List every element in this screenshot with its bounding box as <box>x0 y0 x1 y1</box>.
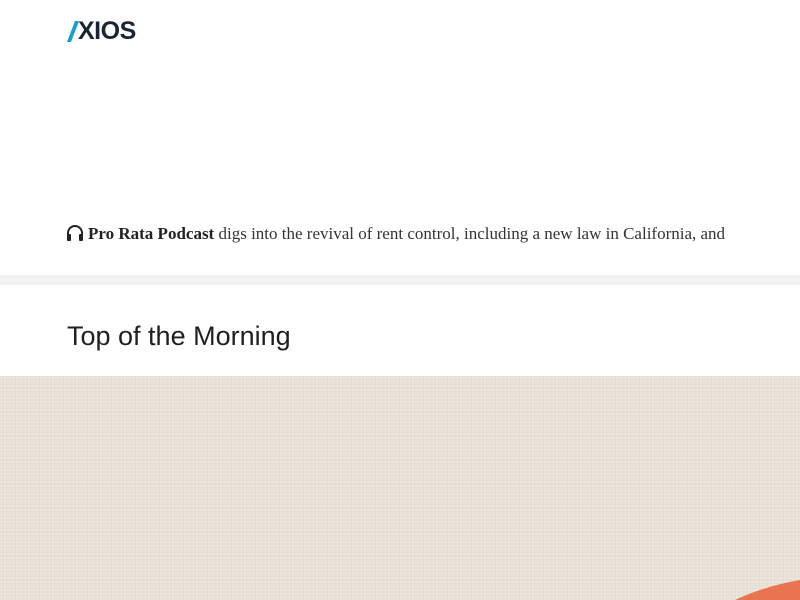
hero-illustration <box>0 376 800 600</box>
logo-text: XIOS <box>78 17 136 45</box>
podcast-link[interactable]: Pro Rata Podcast <box>88 224 214 243</box>
axios-logo[interactable]: XIOS <box>67 18 136 44</box>
section-divider <box>0 275 800 285</box>
headphones-icon <box>67 225 83 241</box>
section-title: Top of the Morning <box>67 321 291 351</box>
illustration-orange-shape <box>735 580 800 600</box>
podcast-blurb: Pro Rata Podcast digs into the revival o… <box>66 222 800 246</box>
podcast-description: digs into the revival of rent control, i… <box>214 224 726 243</box>
